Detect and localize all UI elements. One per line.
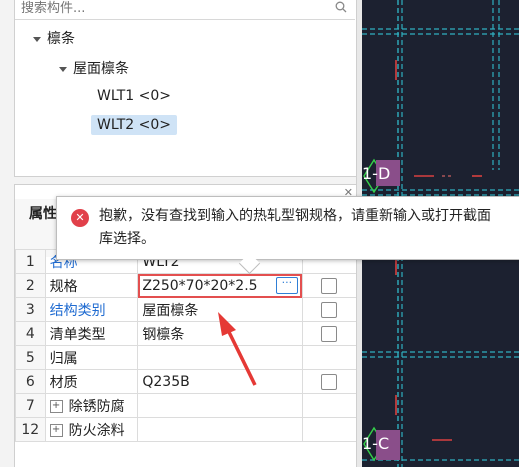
spec-input[interactable]: Z250*70*20*2.5: [142, 278, 257, 294]
search-input[interactable]: [21, 0, 321, 17]
table-row[interactable]: 6 材质 Q235B: [15, 369, 358, 394]
table-row[interactable]: 2 规格 Z250*70*20*2.5 ···: [15, 273, 358, 298]
attach-checkbox-cell[interactable]: [301, 369, 358, 394]
table-row[interactable]: 5 归属: [15, 345, 358, 370]
attach-checkbox[interactable]: [321, 373, 338, 390]
property-group-label: 防火涂料: [68, 422, 125, 439]
attach-checkbox-cell[interactable]: [301, 321, 358, 346]
property-group-label: 除锈防腐: [68, 398, 125, 415]
property-name: 规格: [44, 273, 139, 298]
expand-icon[interactable]: +: [49, 424, 63, 437]
search-icon[interactable]: [335, 1, 347, 13]
expand-icon[interactable]: +: [49, 400, 63, 413]
component-tree-panel: 檩条 屋面檩条 WLT1 <0> WLT2 <0>: [14, 0, 358, 177]
axis-label-1c: 1-C: [362, 434, 390, 453]
row-number: 1: [15, 249, 46, 274]
property-value[interactable]: [137, 393, 303, 418]
search-bar: [15, 0, 355, 20]
attach-checkbox-cell[interactable]: [301, 273, 358, 298]
table-row[interactable]: 7 + 除锈防腐: [15, 393, 358, 418]
row-number: 6: [15, 369, 46, 394]
property-name: 清单类型: [44, 321, 139, 346]
tree-node-purlin[interactable]: 檩条: [33, 28, 75, 48]
table-row[interactable]: 3 结构类别 屋面檩条: [15, 297, 358, 322]
property-name-link[interactable]: 结构类别: [44, 297, 139, 322]
table-row[interactable]: 12 + 防火涂料: [15, 417, 358, 442]
property-value[interactable]: Q235B: [137, 369, 303, 394]
more-icon[interactable]: ···: [275, 277, 298, 294]
property-name: 归属: [44, 345, 139, 370]
tree-node-label: 屋面檩条: [73, 61, 129, 77]
row-number: 12: [15, 417, 46, 442]
attach-checkbox[interactable]: [321, 325, 338, 342]
error-tooltip: ✕ 抱歉，没有查找到输入的热轧型钢规格，请重新输入或打开截面 库选择。: [56, 196, 519, 275]
app-window: 檩条 屋面檩条 WLT1 <0> WLT2 <0> ✕ 属性 1 名称 WLT2…: [0, 0, 519, 467]
attach-checkbox[interactable]: [321, 277, 338, 294]
property-group[interactable]: + 除锈防腐: [44, 393, 139, 418]
property-value[interactable]: [137, 417, 303, 442]
column-header-property: 属性: [29, 206, 57, 222]
error-message-line: 库选择。: [99, 231, 155, 247]
property-value[interactable]: [137, 345, 303, 370]
row-number: 3: [15, 297, 46, 322]
row-number: 7: [15, 393, 46, 418]
error-message-line: 抱歉，没有查找到输入的热轧型钢规格，请重新输入或打开截面: [99, 208, 491, 224]
attach-checkbox-cell[interactable]: [301, 297, 358, 322]
tree-leaf-wlt2[interactable]: WLT2 <0>: [91, 115, 177, 135]
attach-checkbox[interactable]: [321, 301, 338, 318]
collapse-arrow-icon[interactable]: [59, 66, 67, 72]
row-number: 4: [15, 321, 46, 346]
error-message: 抱歉，没有查找到输入的热轧型钢规格，请重新输入或打开截面 库选择。: [99, 205, 519, 251]
error-icon: ✕: [71, 209, 89, 227]
property-value[interactable]: 钢檩条: [137, 321, 303, 346]
attach-checkbox-cell[interactable]: [301, 345, 358, 370]
tree-leaf-wlt1[interactable]: WLT1 <0>: [91, 86, 177, 106]
row-number: 5: [15, 345, 46, 370]
axis-label-1d: 1-D: [362, 164, 391, 183]
attach-checkbox-cell[interactable]: [301, 393, 358, 418]
property-name: 材质: [44, 369, 139, 394]
row-number: 2: [15, 273, 46, 298]
spec-input-cell[interactable]: Z250*70*20*2.5 ···: [137, 273, 303, 298]
collapse-arrow-icon[interactable]: [33, 36, 41, 42]
tree-node-label: 檩条: [47, 31, 75, 47]
tree-node-roof-purlin[interactable]: 屋面檩条: [59, 58, 129, 78]
table-row[interactable]: 4 清单类型 钢檩条: [15, 321, 358, 346]
property-table: 1 名称 WLT2 2 规格 Z250*70*20*2.5 ··· 3 结构类别 …: [15, 249, 358, 442]
attach-checkbox-cell[interactable]: [301, 417, 358, 442]
property-value[interactable]: 屋面檩条: [137, 297, 303, 322]
property-group[interactable]: + 防火涂料: [44, 417, 139, 442]
